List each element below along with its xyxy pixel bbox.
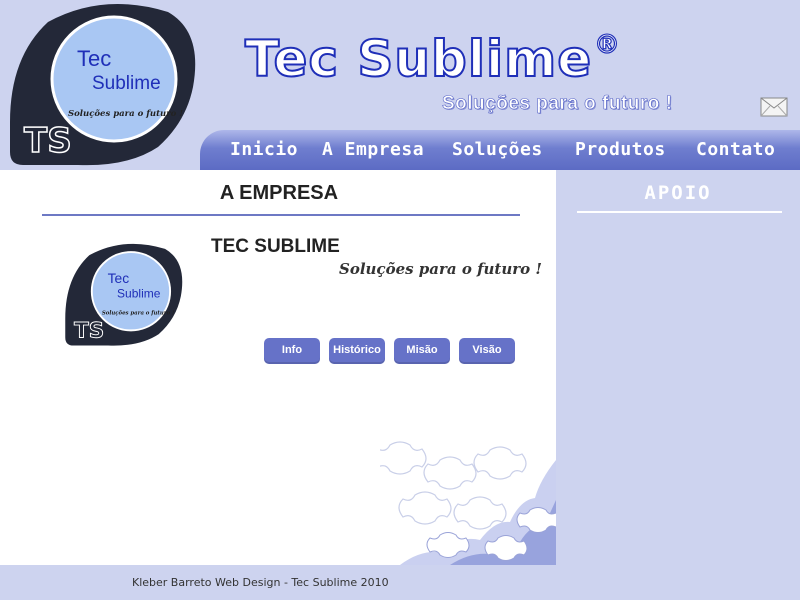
content-logo-text-sublime: Sublime (117, 287, 161, 301)
sidebar: APOIO (556, 170, 800, 565)
visao-button[interactable]: Visão (459, 338, 515, 364)
logo-monogram: TS (24, 121, 72, 161)
content-logo: Tec Sublime Soluções para o futuro ! TS (65, 243, 183, 346)
nav-item-produtos[interactable]: Produtos (575, 139, 666, 160)
section-divider (42, 214, 520, 216)
content-logo-monogram: TS (74, 318, 104, 343)
missao-button[interactable]: Misão (394, 338, 450, 364)
logo[interactable]: Tec Sublime Soluções para o futuro ! TS (8, 2, 198, 168)
header: Tec Sublime Soluções para o futuro ! TS … (0, 0, 800, 170)
sidebar-title: APOIO (644, 182, 712, 204)
info-gerais-button[interactable]: Info Gerais (264, 338, 320, 380)
historico-button[interactable]: Histórico (329, 338, 385, 364)
company-name: TEC SUBLIME (211, 236, 340, 257)
site-tagline: Soluções para o futuro ! (442, 93, 673, 115)
company-tagline: Soluções para o futuro ! (339, 260, 542, 278)
sidebar-divider (577, 211, 782, 213)
content-logo-slogan: Soluções para o futuro ! (102, 310, 175, 317)
footer: Kleber Barreto Web Design - Tec Sublime … (0, 565, 800, 600)
nav-item-solucoes[interactable]: Soluções (452, 139, 543, 160)
content-logo-text-tec: Tec (108, 270, 130, 286)
main-nav: Inicio A Empresa Soluções Produtos Conta… (200, 130, 800, 170)
registered-mark: ® (593, 29, 620, 60)
puzzle-decoration-icon (380, 441, 556, 565)
main-content: A EMPRESA Tec Sublime Soluções para o fu… (0, 170, 556, 565)
ts-monogram-icon: TS (23, 120, 72, 162)
ts-monogram-icon: TS (74, 318, 105, 344)
logo-slogan: Soluções para o futuro ! (68, 108, 183, 119)
logo-text-tec: Tec (77, 46, 111, 71)
logo-text-sublime: Sublime (92, 73, 161, 94)
nav-item-contato[interactable]: Contato (696, 139, 775, 160)
site-title: Tec Sublime (244, 29, 593, 89)
nav-item-inicio[interactable]: Inicio (230, 139, 298, 160)
envelope-icon[interactable] (760, 97, 788, 117)
nav-item-a-empresa[interactable]: A Empresa (322, 139, 424, 160)
footer-credits: Kleber Barreto Web Design - Tec Sublime … (132, 576, 389, 589)
section-title: A EMPRESA (219, 182, 339, 204)
